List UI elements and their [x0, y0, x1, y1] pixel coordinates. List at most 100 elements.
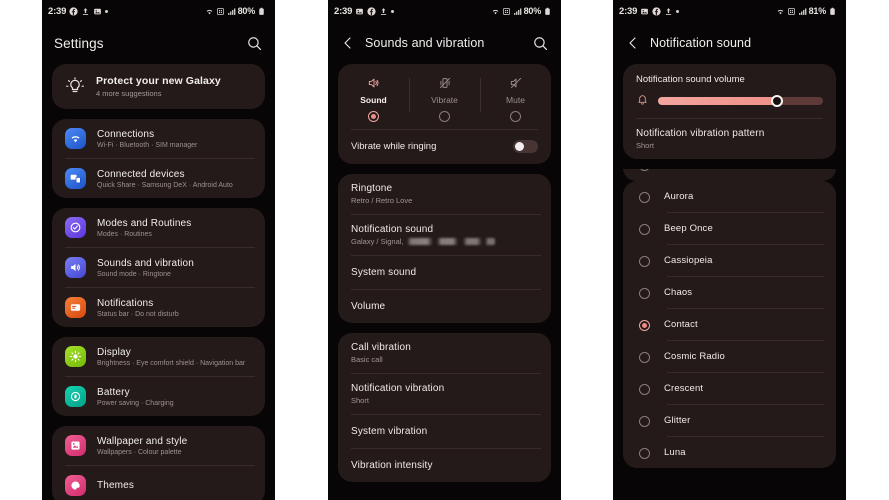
sound-mode-sound[interactable]: Sound	[338, 72, 409, 129]
phone-panel-sounds: 2:39 80% Sounds and vibration Sound Vibr…	[328, 0, 561, 500]
sound-mode-vibrate[interactable]: Vibrate	[409, 72, 480, 129]
sidebar-item-modes-and-routines[interactable]: Modes and Routines Modes · Routines	[52, 208, 265, 247]
list-item-tone[interactable]: Contact	[623, 309, 836, 340]
vibrate-icon	[439, 77, 450, 89]
tone-label: Cosmic Radio	[664, 351, 725, 362]
sidebar-item-connections[interactable]: Connections Wi-Fi · Bluetooth · SIM mana…	[52, 119, 265, 158]
dot-icon	[105, 9, 109, 13]
row-title: Notification vibration pattern	[636, 128, 765, 139]
row-subtitle: Power saving · Charging	[97, 399, 174, 407]
radio-tone[interactable]	[639, 191, 650, 203]
sun-icon	[65, 346, 86, 367]
list-item-tone[interactable]: Crescent	[623, 373, 836, 404]
back-chevron-icon[interactable]	[625, 35, 641, 51]
status-bar-left: 2:39	[334, 6, 395, 17]
row-title: Vibration intensity	[351, 460, 433, 471]
radio-mute[interactable]	[510, 111, 521, 122]
dot-icon	[676, 9, 680, 13]
tone-list-card: Aurora Beep Once Cassiopeia Chaos Contact Cos…	[623, 181, 836, 468]
suggestion-row[interactable]: Protect your new Galaxy 4 more suggestio…	[52, 64, 265, 109]
volume-slider-thumb[interactable]	[770, 94, 783, 107]
row-title: System vibration	[351, 426, 428, 437]
sidebar-item-battery[interactable]: Battery Power saving · Charging	[52, 377, 265, 416]
row-text: Themes	[97, 480, 134, 491]
row-subtitle: Quick Share · Samsung DeX · Android Auto	[97, 181, 233, 189]
tone-label: Aurora	[664, 191, 694, 202]
sidebar-item-display[interactable]: Display Brightness · Eye comfort shield …	[52, 337, 265, 376]
bulb-icon	[66, 76, 84, 92]
status-bar: 2:39 80%	[42, 0, 275, 22]
signal-icon	[513, 8, 521, 15]
battery-icon	[830, 7, 835, 15]
row-title: Wallpaper and style	[97, 435, 188, 447]
tone-list-card-top-clip	[613, 169, 846, 181]
status-bar-left: 2:39	[48, 5, 109, 17]
vibrate-while-ringing-row[interactable]: Vibrate while ringing	[338, 130, 551, 164]
radio-tone[interactable]	[639, 287, 650, 299]
row-title: Notification vibration	[351, 383, 445, 394]
radio-tone[interactable]	[639, 223, 650, 235]
search-icon[interactable]	[246, 35, 263, 52]
battery-icon	[545, 7, 550, 15]
row-title: Notifications	[97, 297, 154, 309]
vibration-settings-card: Call vibration Basic call Notification v…	[338, 333, 551, 482]
sidebar-item-themes[interactable]: Themes	[52, 466, 265, 500]
radio-tone[interactable]	[639, 255, 650, 267]
dot-icon	[391, 9, 395, 13]
row-text: Connected devices Quick Share · Samsung …	[97, 169, 233, 189]
list-item-tone-partial[interactable]	[623, 169, 836, 181]
radio-tone[interactable]	[639, 415, 650, 427]
upload-icon	[83, 7, 89, 15]
radio-tone[interactable]	[639, 383, 650, 395]
sidebar-item-wallpaper-and-style[interactable]: Wallpaper and style Wallpapers · Colour …	[52, 426, 265, 465]
list-item-tone[interactable]: Beep Once	[623, 213, 836, 244]
radio-sound[interactable]	[368, 111, 379, 122]
sound-mode-mute[interactable]: Mute	[480, 72, 551, 129]
list-item-call-vibration[interactable]: Call vibration Basic call	[338, 333, 551, 373]
sidebar-item-notifications[interactable]: Notifications Status bar · Do not distur…	[52, 288, 265, 327]
suggestion-title: Protect your new Galaxy	[96, 75, 221, 87]
list-item-tone[interactable]: Aurora	[623, 181, 836, 212]
list-item-volume[interactable]: Volume	[338, 290, 551, 323]
list-item-notification-sound[interactable]: Notification sound Galaxy / Signal,	[338, 215, 551, 255]
suggestion-card[interactable]: Protect your new Galaxy 4 more suggestio…	[52, 64, 265, 109]
sound-settings-card: Ringtone Retro / Retro Love Notification…	[338, 174, 551, 323]
row-subtitle: Basic call	[351, 355, 383, 364]
vibrate-while-ringing-label: Vibrate while ringing	[351, 141, 437, 152]
volume-slider-track[interactable]	[658, 94, 823, 107]
sound-mode-card: Sound Vibrate Mute Vibrate while ringing	[338, 64, 551, 164]
suggestion-text: Protect your new Galaxy 4 more suggestio…	[96, 75, 221, 98]
row-subtitle: Sound mode · Ringtone	[97, 270, 171, 278]
phone-panel-notification-sound: 2:39 81% Notification sound Notification…	[613, 0, 846, 500]
list-item-notification-vibration[interactable]: Notification vibration Short	[338, 374, 551, 414]
radio-tone[interactable]	[639, 351, 650, 363]
list-item-notification-vibration-pattern[interactable]: Notification vibration pattern Short	[623, 119, 836, 159]
status-bar-left: 2:39	[619, 6, 680, 17]
status-time: 2:39	[48, 5, 67, 17]
list-item-tone[interactable]: Luna	[623, 437, 836, 468]
battery-percent: 81%	[808, 6, 827, 16]
notification-sound-header: Notification sound	[613, 22, 846, 64]
list-item-tone[interactable]: Cosmic Radio	[623, 341, 836, 372]
facebook-icon	[367, 6, 376, 16]
radio-tone[interactable]	[639, 319, 650, 331]
sidebar-item-connected-devices[interactable]: Connected devices Quick Share · Samsung …	[52, 159, 265, 198]
list-item-tone[interactable]: Cassiopeia	[623, 245, 836, 276]
wifi-icon	[206, 9, 212, 14]
battery-icon	[259, 7, 264, 15]
radio-vibrate[interactable]	[439, 111, 450, 122]
list-item-tone[interactable]: Chaos	[623, 277, 836, 308]
list-item-tone[interactable]: Glitter	[623, 405, 836, 436]
vibrate-while-ringing-toggle[interactable]	[513, 140, 538, 153]
sidebar-item-sounds-and-vibration[interactable]: Sounds and vibration Sound mode · Ringto…	[52, 248, 265, 287]
radio-tone[interactable]	[639, 447, 650, 459]
row-title: System sound	[351, 267, 417, 278]
list-item-ringtone[interactable]: Ringtone Retro / Retro Love	[338, 174, 551, 214]
back-chevron-icon[interactable]	[340, 35, 356, 51]
list-item-system-sound[interactable]: System sound	[338, 256, 551, 289]
search-icon[interactable]	[532, 35, 549, 52]
list-item-vibration-intensity[interactable]: Vibration intensity	[338, 449, 551, 482]
settings-group-wallpaper: Wallpaper and style Wallpapers · Colour …	[52, 426, 265, 500]
radio-tone[interactable]	[639, 169, 650, 171]
list-item-system-vibration[interactable]: System vibration	[338, 415, 551, 448]
